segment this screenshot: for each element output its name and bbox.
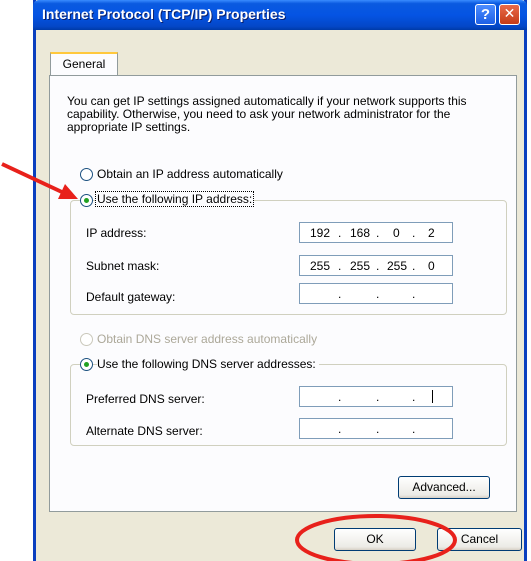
ip-octet-2: 168: [350, 226, 371, 240]
preferred-dns-label: Preferred DNS server:: [86, 392, 205, 406]
alternate-dns-label: Alternate DNS server:: [86, 424, 203, 438]
advanced-button[interactable]: Advanced...: [398, 476, 490, 499]
subnet-mask-field[interactable]: 255 . 255 . 255 . 0: [299, 255, 453, 276]
preferred-dns-field[interactable]: . . .: [299, 386, 453, 407]
use-following-dns-label[interactable]: Use the following DNS server addresses:: [97, 357, 319, 371]
subnet-octet-4: 0: [428, 259, 435, 273]
use-following-ip-radio[interactable]: [80, 194, 93, 207]
ip-address-label: IP address:: [86, 226, 147, 240]
ip-octet-1: 192: [310, 226, 331, 240]
ip-octet-4: 2: [428, 226, 435, 240]
obtain-dns-automatically-radio[interactable]: [80, 333, 93, 346]
description-text: You can get IP settings assigned automat…: [67, 94, 467, 134]
obtain-ip-automatically-radio[interactable]: [80, 168, 93, 181]
close-button[interactable]: ✕: [499, 4, 520, 25]
ip-octet-3: 0: [393, 226, 400, 240]
default-gateway-field[interactable]: . . .: [299, 283, 453, 304]
use-following-dns-radio[interactable]: [80, 358, 93, 371]
cancel-button[interactable]: Cancel: [437, 528, 522, 551]
help-button[interactable]: ?: [475, 4, 496, 25]
tab-general[interactable]: General: [50, 52, 118, 76]
subnet-mask-label: Subnet mask:: [86, 259, 160, 273]
obtain-dns-automatically-label[interactable]: Obtain DNS server address automatically: [97, 332, 317, 346]
use-following-ip-label-text: Use the following IP address:: [95, 191, 255, 207]
ok-button[interactable]: OK: [334, 528, 416, 551]
title-bar[interactable]: Internet Protocol (TCP/IP) Properties ? …: [33, 0, 527, 30]
subnet-octet-1: 255: [310, 259, 331, 273]
use-following-ip-label[interactable]: Use the following IP address:: [95, 191, 255, 207]
ip-address-field[interactable]: 192 . 168 . 0 . 2: [299, 222, 453, 243]
obtain-ip-automatically-label[interactable]: Obtain an IP address automatically: [97, 167, 283, 181]
default-gateway-label: Default gateway:: [86, 290, 176, 304]
subnet-octet-3: 255: [387, 259, 408, 273]
alternate-dns-field[interactable]: . . .: [299, 418, 453, 439]
subnet-octet-2: 255: [350, 259, 371, 273]
window-title: Internet Protocol (TCP/IP) Properties: [42, 6, 286, 22]
text-caret: [432, 390, 433, 403]
